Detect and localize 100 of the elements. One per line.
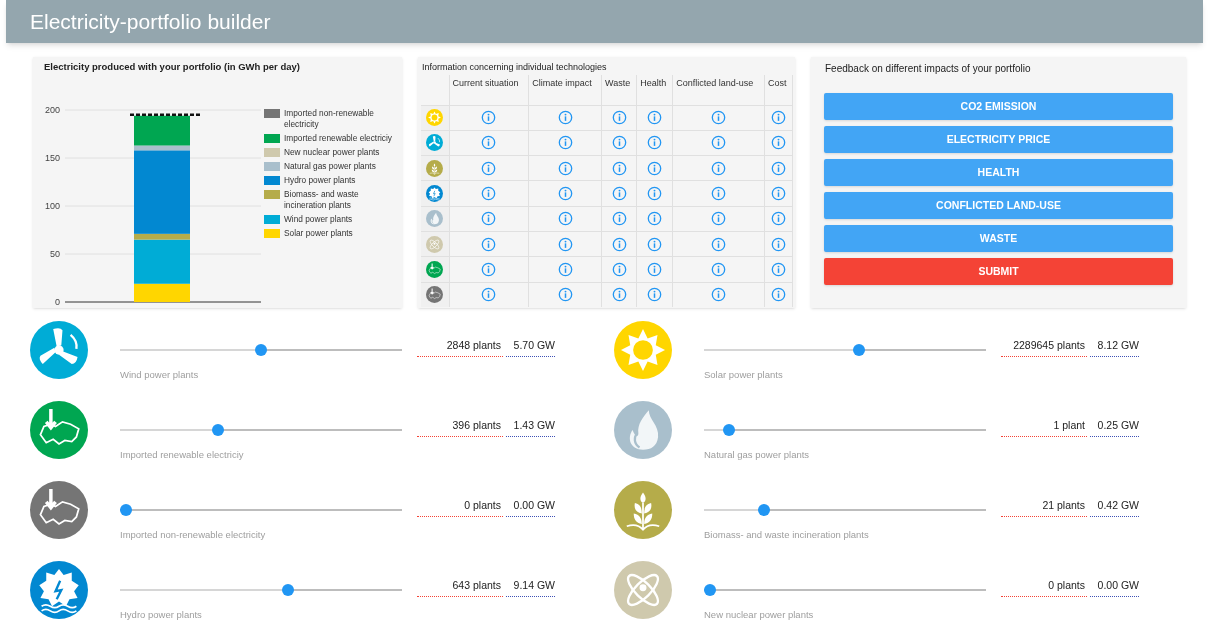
column-header: Cost — [764, 75, 793, 105]
info-icon[interactable] — [647, 236, 663, 252]
power-field[interactable]: 8.12 GW — [1090, 338, 1139, 357]
info-icon[interactable] — [611, 135, 627, 151]
power-field[interactable]: 0.25 GW — [1090, 418, 1139, 437]
plants-field[interactable]: 643 plants — [417, 578, 503, 597]
info-icon[interactable] — [481, 160, 497, 176]
info-icon[interactable] — [557, 236, 573, 252]
slider[interactable] — [704, 584, 986, 596]
info-icon[interactable] — [711, 135, 727, 151]
info-icon[interactable] — [771, 160, 787, 176]
info-icon[interactable] — [611, 287, 627, 303]
slider-thumb[interactable] — [120, 504, 132, 516]
slider-label: Wind power plants — [120, 368, 200, 382]
info-icon[interactable] — [647, 186, 663, 202]
slider-label: Biomass- and waste incineration plants — [704, 528, 870, 542]
info-icon[interactable] — [647, 135, 663, 151]
slider[interactable] — [120, 504, 402, 516]
info-icon[interactable] — [647, 261, 663, 277]
column-header: Health — [636, 75, 673, 105]
info-icon[interactable] — [557, 261, 573, 277]
info-icon[interactable] — [647, 211, 663, 227]
legend-swatch — [264, 190, 280, 199]
info-icon[interactable] — [557, 135, 573, 151]
info-icon[interactable] — [557, 110, 573, 126]
info-icon[interactable] — [611, 160, 627, 176]
submit-button[interactable]: SUBMIT — [824, 258, 1173, 285]
info-icon[interactable] — [771, 135, 787, 151]
slider[interactable] — [704, 504, 986, 516]
power-field[interactable]: 0.42 GW — [1090, 498, 1139, 517]
info-icon[interactable] — [557, 160, 573, 176]
info-icon[interactable] — [481, 211, 497, 227]
chart-title: Electricity produced with your portfolio (in GWh per day) — [44, 60, 300, 74]
info-icon[interactable] — [481, 261, 497, 277]
slider-thumb[interactable] — [758, 504, 770, 516]
info-icon[interactable] — [711, 186, 727, 202]
slider[interactable] — [120, 424, 402, 436]
slider-thumb[interactable] — [704, 584, 716, 596]
info-icon[interactable] — [611, 110, 627, 126]
legend-label: Solar power plants — [284, 228, 353, 239]
info-icon[interactable] — [771, 186, 787, 202]
plants-field[interactable]: 396 plants — [417, 418, 503, 437]
info-icon[interactable] — [711, 236, 727, 252]
legend-label: New nuclear power plants — [284, 147, 380, 158]
slider[interactable] — [120, 344, 402, 356]
power-field[interactable]: 0.00 GW — [1090, 578, 1139, 597]
info-icon[interactable] — [611, 236, 627, 252]
info-icon[interactable] — [647, 110, 663, 126]
legend-swatch — [264, 215, 280, 224]
info-icon[interactable] — [611, 261, 627, 277]
info-icon[interactable] — [481, 186, 497, 202]
slider[interactable] — [704, 424, 986, 436]
plants-field[interactable]: 2848 plants — [417, 338, 503, 357]
panel-title: Information concerning individual technologies — [421, 61, 608, 74]
slider[interactable] — [704, 344, 986, 356]
column-header: Current situation — [449, 75, 529, 105]
plants-field[interactable]: 1 plant — [1001, 418, 1087, 437]
info-icon[interactable] — [711, 287, 727, 303]
info-icon[interactable] — [711, 160, 727, 176]
slider-thumb[interactable] — [282, 584, 294, 596]
info-icon[interactable] — [481, 135, 497, 151]
info-icon[interactable] — [647, 287, 663, 303]
slider-thumb[interactable] — [211, 424, 224, 436]
slider-thumb[interactable] — [255, 344, 267, 356]
column-header: Climate impact — [528, 75, 602, 105]
info-icon[interactable] — [557, 186, 573, 202]
info-icon[interactable] — [711, 261, 727, 277]
info-icon[interactable] — [711, 211, 727, 227]
plants-field[interactable]: 0 plants — [1001, 578, 1087, 597]
info-icon[interactable] — [557, 287, 573, 303]
info-icon[interactable] — [557, 211, 573, 227]
legend-swatch — [264, 229, 280, 238]
info-icon[interactable] — [611, 186, 627, 202]
info-icon[interactable] — [771, 211, 787, 227]
info-icon[interactable] — [611, 211, 627, 227]
legend-label: Imported non-renewable electricity — [284, 108, 375, 130]
legend-swatch — [264, 109, 280, 118]
info-icon[interactable] — [647, 160, 663, 176]
power-field[interactable]: 1.43 GW — [506, 418, 555, 437]
plants-field[interactable]: 21 plants — [1001, 498, 1087, 517]
info-icon[interactable] — [711, 110, 727, 126]
info-icon[interactable] — [771, 110, 787, 126]
power-field[interactable]: 9.14 GW — [506, 578, 555, 597]
legend-swatch — [264, 148, 280, 157]
info-icon[interactable] — [481, 110, 497, 126]
slider-label: Natural gas power plants — [704, 448, 811, 462]
legend-label: Biomass- and waste incineration plants — [284, 189, 360, 211]
info-icon[interactable] — [481, 287, 497, 303]
info-icon[interactable] — [771, 236, 787, 252]
power-field[interactable]: 0.00 GW — [506, 498, 555, 517]
power-field[interactable]: 5.70 GW — [506, 338, 555, 357]
slider-thumb[interactable] — [722, 424, 735, 436]
plants-field[interactable]: 2289645 plants — [1001, 338, 1087, 357]
info-icon[interactable] — [771, 287, 787, 303]
plants-field[interactable]: 0 plants — [417, 498, 503, 517]
legend-label: Imported renewable electriciy — [284, 133, 392, 144]
slider-thumb[interactable] — [852, 344, 865, 356]
slider[interactable] — [120, 584, 402, 596]
info-icon[interactable] — [481, 236, 497, 252]
info-icon[interactable] — [771, 261, 787, 277]
